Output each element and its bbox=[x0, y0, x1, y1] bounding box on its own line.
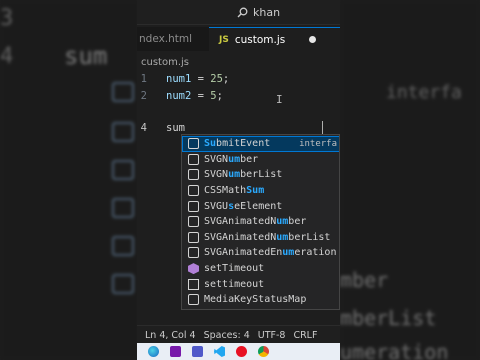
tab-custom-js[interactable]: JS custom.js bbox=[209, 27, 340, 51]
method-icon bbox=[188, 263, 199, 275]
suggestion-label: MediaKeyStatusMap bbox=[204, 294, 307, 306]
status-bar: Ln 4, Col 4 Spaces: 4 UTF-8 CRLF bbox=[137, 325, 340, 344]
bg-interface-icon bbox=[112, 236, 134, 256]
suggestion-item[interactable]: settimeout bbox=[182, 276, 339, 292]
title-bar: khan bbox=[137, 0, 340, 25]
search-text: khan bbox=[253, 5, 281, 19]
interface-icon bbox=[188, 169, 199, 181]
line-number: 1 bbox=[140, 73, 147, 85]
suggestion-item[interactable]: SVGAnimatedNumber bbox=[182, 214, 339, 230]
search-icon bbox=[237, 7, 248, 17]
unsaved-dot-icon[interactable] bbox=[309, 36, 317, 43]
bg-interface-icon bbox=[112, 160, 134, 180]
tab-label: ndex.html bbox=[139, 33, 193, 45]
interface-icon bbox=[188, 294, 199, 306]
line-number: 3 bbox=[137, 106, 147, 118]
bg-line-number-4: 4 bbox=[0, 44, 14, 69]
indentation[interactable]: Spaces: 4 bbox=[204, 330, 250, 341]
bg-interface-icon bbox=[112, 82, 134, 102]
bg-mber-word: mber bbox=[340, 268, 389, 292]
bg-interface-icon bbox=[112, 198, 134, 218]
interface-icon bbox=[188, 200, 199, 212]
text-cursor bbox=[322, 121, 323, 134]
suggestion-detail: interfa bbox=[299, 138, 337, 149]
suggestion-item[interactable]: SVGNumberList bbox=[182, 167, 339, 183]
code-editor[interactable]: 1 num1 = 25; 2 num2 = 5; I 3 4 sum Submi… bbox=[137, 70, 340, 320]
suggestion-item[interactable]: SVGNumber bbox=[182, 152, 339, 168]
bg-line-number-3: 3 bbox=[0, 6, 14, 31]
suggestion-item[interactable]: SVGAnimatedEnumeration bbox=[182, 245, 339, 261]
suggestion-item[interactable]: SVGAnimatedNumberList bbox=[182, 230, 339, 246]
background-left: 3 4 sum bbox=[0, 0, 140, 360]
interface-icon bbox=[188, 216, 199, 228]
code-line-1: num1 = 25; bbox=[166, 73, 230, 85]
suggestion-label: SVGNumberList bbox=[204, 169, 283, 181]
end-of-line[interactable]: CRLF bbox=[293, 330, 317, 341]
chrome-icon[interactable] bbox=[258, 346, 269, 357]
onenote-icon[interactable] bbox=[170, 346, 181, 357]
bg-umeration-word: umeration bbox=[340, 340, 449, 360]
interface-icon bbox=[188, 153, 199, 165]
encoding[interactable]: UTF-8 bbox=[258, 330, 286, 341]
interface-icon bbox=[188, 185, 199, 197]
app-icon[interactable] bbox=[236, 346, 247, 357]
suggestion-item[interactable]: CSSMathSum bbox=[182, 183, 339, 199]
suggestion-item[interactable]: SVGUseElement bbox=[182, 198, 339, 214]
suggest-widget[interactable]: SubmitEvent interfa SVGNumber SVGNumberList… bbox=[181, 134, 340, 310]
suggestion-item[interactable]: setTimeout bbox=[182, 261, 339, 277]
suggestion-label: SVGAnimatedNumber bbox=[204, 216, 307, 228]
interface-icon bbox=[188, 247, 199, 259]
vscode-window: khan ndex.html JS custom.js custom.js 1 … bbox=[137, 0, 340, 360]
tab-label: custom.js bbox=[234, 33, 286, 46]
suggestion-label: SVGUseElement bbox=[204, 200, 283, 212]
word-icon bbox=[188, 278, 199, 290]
command-center-search[interactable]: khan bbox=[237, 4, 340, 20]
js-file-icon: JS bbox=[219, 34, 229, 45]
suggestion-label: SVGAnimatedNumberList bbox=[204, 231, 331, 243]
bg-interface-word: interfa bbox=[386, 82, 462, 103]
bg-sum-text: sum bbox=[64, 42, 108, 70]
suggestion-label: SubmitEvent bbox=[204, 138, 271, 150]
edge-icon[interactable] bbox=[148, 346, 159, 357]
bg-interface-icon bbox=[112, 274, 134, 294]
code-line-2: num2 = 5; bbox=[166, 90, 223, 102]
teams-icon[interactable] bbox=[192, 346, 203, 357]
bg-mberlist-word: mberList bbox=[340, 306, 437, 330]
suggestion-label: CSSMathSum bbox=[204, 185, 265, 197]
suggestion-label: SVGAnimatedEnumeration bbox=[204, 247, 337, 259]
interface-icon bbox=[188, 231, 199, 243]
bg-interface-icon bbox=[112, 122, 134, 142]
vscode-icon[interactable] bbox=[214, 346, 225, 357]
editor-tabs: ndex.html JS custom.js bbox=[137, 27, 340, 51]
mouse-ibeam-icon: I bbox=[276, 93, 283, 106]
suggestion-label: settimeout bbox=[204, 278, 265, 290]
tab-index-html[interactable]: ndex.html bbox=[137, 27, 207, 51]
line-number: 2 bbox=[140, 90, 147, 102]
suggestion-item[interactable]: SVGFEFuncAElement bbox=[182, 308, 339, 309]
suggestion-label: SVGNumber bbox=[204, 153, 259, 165]
code-line-4: sum bbox=[166, 122, 185, 134]
line-number-active: 4 bbox=[140, 122, 147, 134]
background-right: interfa mber mberList umeration bbox=[340, 0, 480, 360]
taskbar bbox=[137, 343, 340, 360]
suggestion-item[interactable]: MediaKeyStatusMap bbox=[182, 292, 339, 308]
interface-icon bbox=[188, 138, 199, 150]
cursor-position[interactable]: Ln 4, Col 4 bbox=[145, 330, 196, 341]
suggestion-label: setTimeout bbox=[204, 263, 265, 275]
breadcrumb[interactable]: custom.js bbox=[141, 57, 189, 68]
suggestion-item[interactable]: SubmitEvent interfa bbox=[182, 136, 339, 152]
